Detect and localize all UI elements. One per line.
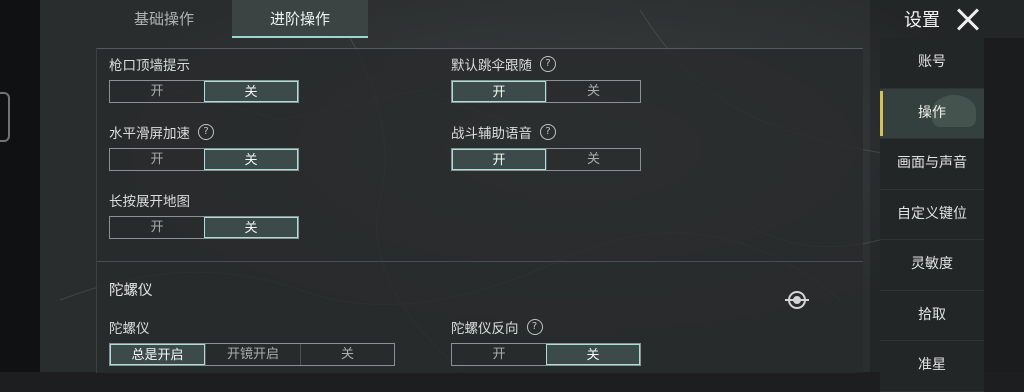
section-title-gyro: 陀螺仪 (109, 283, 153, 299)
toggle-group: 总是开启 开镜开启 关 (109, 343, 395, 366)
setting-gyro-reverse: 陀螺仪反向 ? 开 关 (451, 317, 641, 366)
toggle-group: 开 关 (451, 148, 641, 171)
setting-label: 默认跳伞跟随 ? (451, 54, 641, 74)
help-icon[interactable]: ? (540, 56, 556, 72)
toggle-group: 开 关 (109, 216, 299, 239)
page-title: 设置 (904, 10, 940, 31)
toggle-group: 开 关 (109, 80, 299, 103)
edge-handle-icon (0, 92, 10, 142)
setting-muzzle-wall-hint: 枪口顶墙提示 开 关 (109, 54, 299, 103)
option-off[interactable]: 关 (204, 149, 298, 170)
header: 设置 (904, 0, 980, 38)
sidebar-item-crosshair[interactable]: 准星 (880, 341, 984, 392)
right-edge (984, 38, 1024, 372)
setting-label: 长按展开地图 (109, 194, 190, 210)
toggle-group: 开 关 (109, 148, 299, 171)
setting-label: 陀螺仪 (109, 321, 150, 337)
option-off[interactable]: 关 (546, 149, 640, 170)
option-off[interactable]: 关 (204, 217, 298, 238)
option-scope-on[interactable]: 开镜开启 (205, 344, 300, 365)
left-edge (0, 0, 40, 372)
setting-default-parachute-follow: 默认跳伞跟随 ? 开 关 (451, 54, 641, 103)
section-divider (97, 261, 863, 262)
tab-basic-controls[interactable]: 基础操作 (96, 0, 232, 38)
option-on[interactable]: 开 (452, 81, 546, 102)
toggle-group: 开 关 (451, 343, 641, 366)
setting-label: 枪口顶墙提示 (109, 58, 190, 74)
top-tabs: 基础操作 进阶操作 (96, 0, 368, 38)
help-icon[interactable]: ? (526, 319, 543, 335)
sidebar-item-controls[interactable]: 操作 (880, 88, 984, 139)
toggle-group: 开 关 (451, 80, 641, 103)
setting-label: 陀螺仪反向 ? (451, 317, 641, 337)
option-on[interactable]: 开 (110, 149, 204, 170)
option-off[interactable]: 关 (546, 344, 640, 365)
sidebar-item-custom-keys[interactable]: 自定义键位 (880, 189, 984, 240)
option-on[interactable]: 开 (452, 344, 546, 365)
sidebar-item-graphics-audio[interactable]: 画面与声音 (880, 139, 984, 190)
option-off[interactable]: 关 (546, 81, 640, 102)
setting-long-press-map: 长按展开地图 开 关 (109, 190, 299, 239)
sidebar-item-sensitivity[interactable]: 灵敏度 (880, 240, 984, 291)
settings-sidebar: 账号 操作 画面与声音 自定义键位 灵敏度 拾取 准星 (880, 38, 984, 392)
setting-label: 水平滑屏加速 ? (109, 122, 299, 142)
help-icon[interactable]: ? (198, 124, 214, 140)
option-off[interactable]: 关 (300, 344, 394, 365)
setting-horizontal-swipe-accel: 水平滑屏加速 ? 开 关 (109, 122, 299, 171)
option-on[interactable]: 开 (452, 149, 546, 170)
tab-advanced-controls[interactable]: 进阶操作 (232, 0, 368, 38)
sidebar-item-account[interactable]: 账号 (880, 38, 984, 89)
help-icon[interactable]: ? (540, 124, 556, 140)
option-always-on[interactable]: 总是开启 (110, 344, 205, 365)
crosshair-icon (785, 291, 809, 309)
option-on[interactable]: 开 (110, 81, 204, 102)
setting-combat-voice-assist: 战斗辅助语音 ? 开 关 (451, 122, 641, 171)
option-on[interactable]: 开 (110, 217, 204, 238)
sidebar-item-pickup[interactable]: 拾取 (880, 290, 984, 341)
settings-panel: 枪口顶墙提示 开 关 默认跳伞跟随 ? 开 关 水平滑屏加速 ? 开 关 战斗辅… (96, 48, 863, 373)
close-icon[interactable] (956, 7, 980, 31)
setting-gyroscope: 陀螺仪 总是开启 开镜开启 关 (109, 317, 395, 366)
option-off[interactable]: 关 (204, 81, 298, 102)
setting-label: 战斗辅助语音 ? (451, 122, 641, 142)
